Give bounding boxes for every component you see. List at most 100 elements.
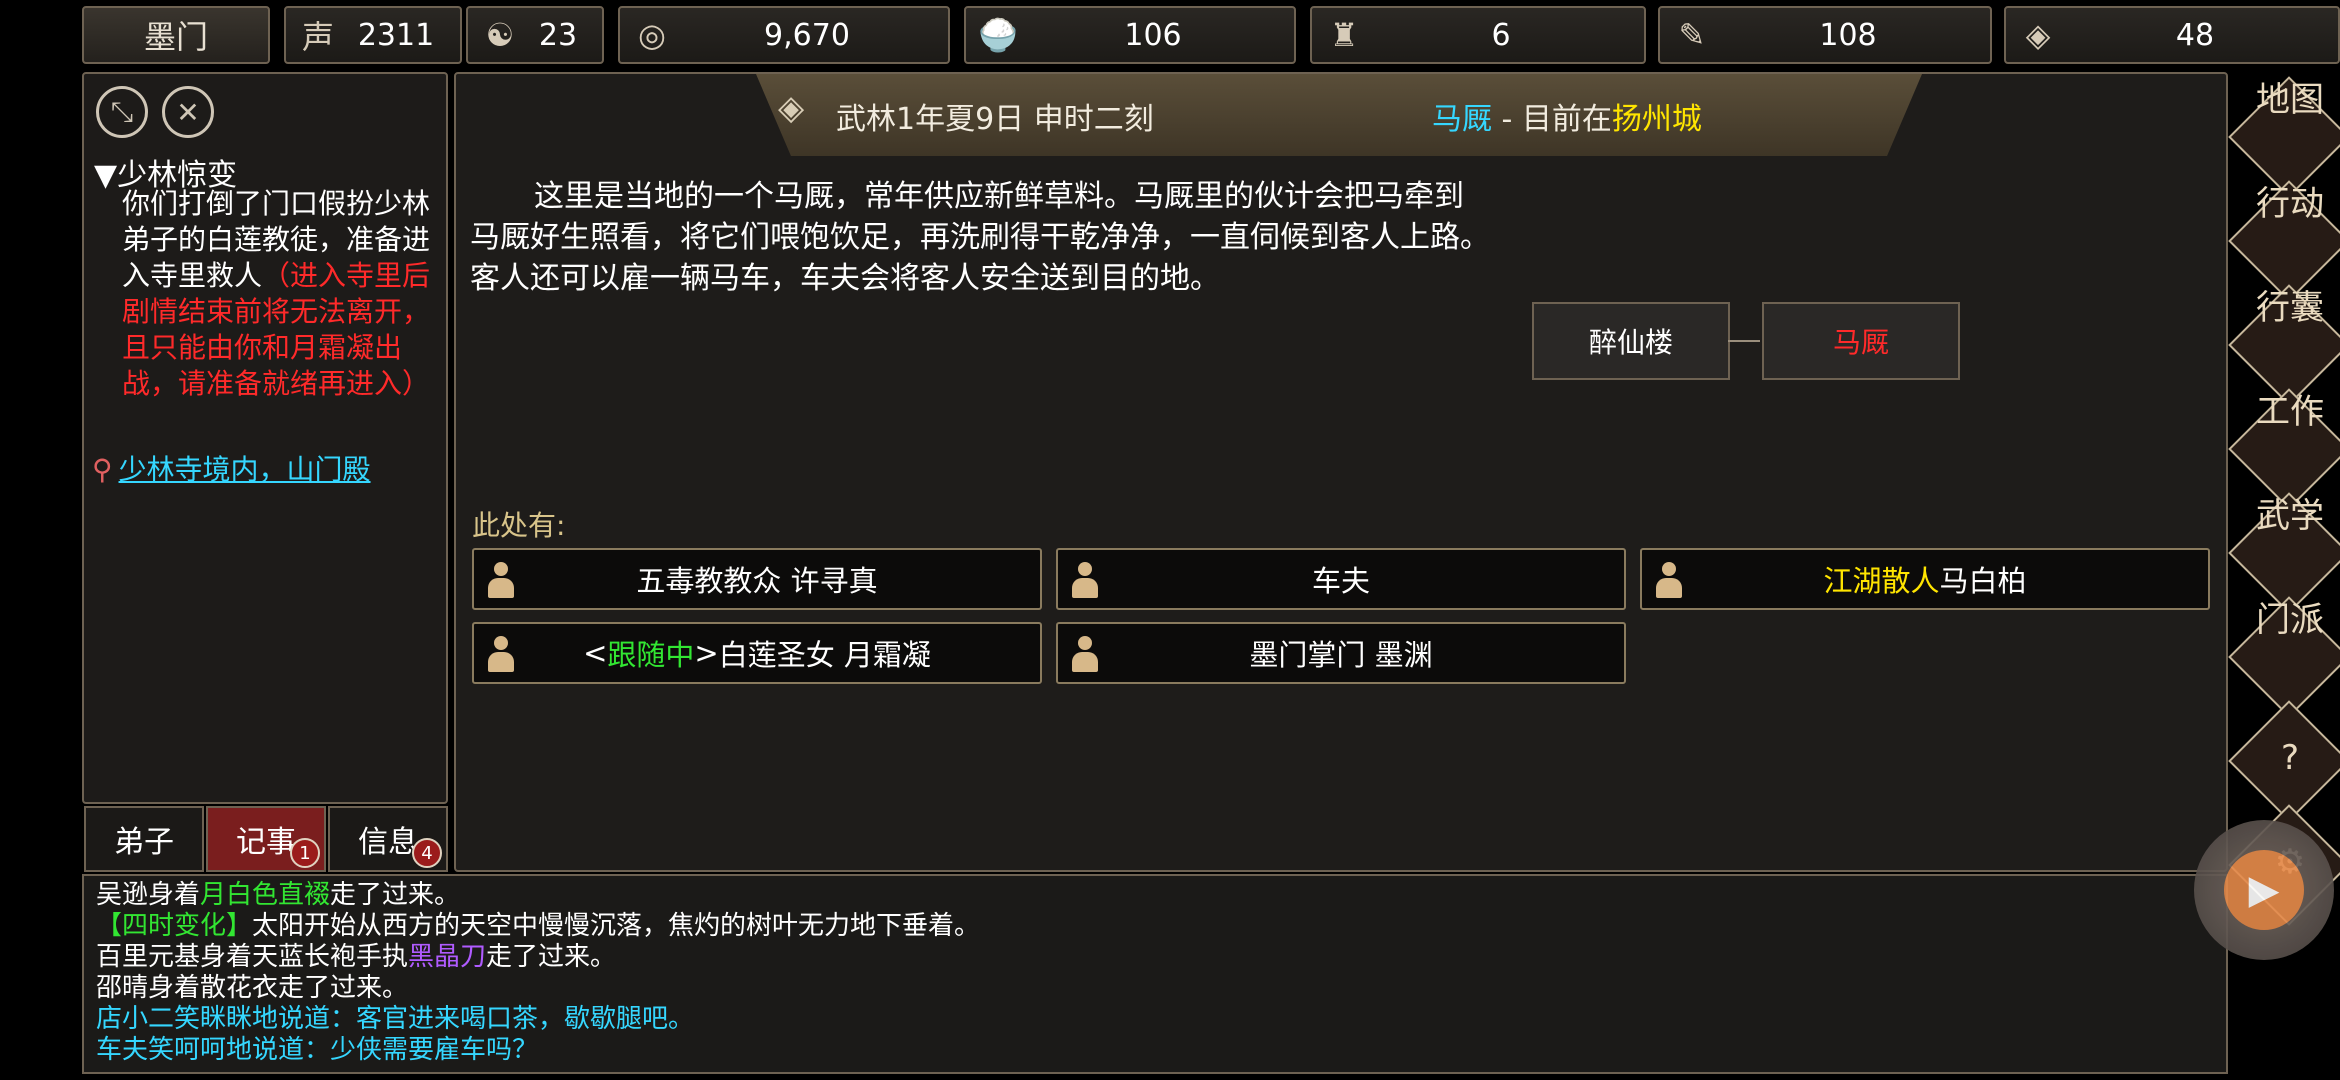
npc-name: 五毒教教众 许寻真: [636, 564, 878, 598]
log-text: 走了过来。: [330, 880, 461, 910]
help-icon[interactable]: ?: [2252, 740, 2328, 776]
tab-messages-label: 信息: [358, 825, 418, 860]
log-text: 吴逊身着: [96, 880, 201, 910]
person-icon: [486, 636, 516, 672]
reputation-counter[interactable]: 声 2311: [284, 6, 462, 64]
npc-title: 江湖散人: [1823, 564, 1940, 598]
inventory-button[interactable]: 行囊: [2252, 290, 2328, 326]
coin-icon: ◎: [638, 16, 666, 54]
gourd-counter[interactable]: ♜ 6: [1310, 6, 1646, 64]
close-icon: ✕: [176, 95, 200, 129]
npc-name: 车夫: [1311, 564, 1370, 598]
game-time: 武林1年夏9日 申时二刻: [836, 102, 1154, 137]
map-connector: [1728, 340, 1760, 342]
log-text: 车夫笑呵呵地说道：少侠需要雇车吗？: [96, 1035, 539, 1065]
sect-name-button[interactable]: 墨门: [82, 6, 270, 64]
sect-button[interactable]: 门派: [2252, 602, 2328, 638]
ore-icon: ◈: [2025, 16, 2051, 54]
food-bowl-icon: 🍚: [978, 16, 1018, 54]
npc-name: 白莲圣女 月霜凝: [718, 638, 931, 672]
floating-assist-button[interactable]: ▶: [2194, 820, 2334, 960]
time-banner: ◈ 武林1年夏9日 申时二刻 马厩 - 目前在扬州城: [756, 74, 1922, 156]
work-button[interactable]: 工作: [2252, 394, 2328, 430]
quest-panel: ⤡ ✕ ▼少林惊变 你们打倒了门口假扮少林弟子的白莲教徒，准备进入寺里救人（进入…: [82, 72, 448, 804]
log-line: 车夫笑呵呵地说道：少侠需要雇车吗？: [96, 1035, 980, 1066]
journal-badge: 1: [290, 838, 320, 868]
log-line: 吴逊身着月白色直裰走了过来。: [96, 880, 980, 911]
scroll-icon: ✎: [1678, 16, 1706, 54]
food-counter[interactable]: 🍚 106: [964, 6, 1296, 64]
person-icon: [1654, 562, 1684, 598]
messages-badge: 4: [412, 838, 442, 868]
npc-prefix: <: [583, 636, 608, 670]
gourd-value: 6: [1491, 17, 1511, 53]
npc-button[interactable]: 江湖散人 马白柏: [1640, 548, 2210, 610]
coin-value: 9,670: [764, 17, 850, 53]
log-line: 邵晴身着散花衣走了过来。: [96, 973, 980, 1004]
event-log: 吴逊身着月白色直裰走了过来。 【四时变化】太阳开始从西方的天空中慢慢沉落，焦灼的…: [96, 880, 980, 1066]
collapse-button[interactable]: ⤡: [96, 86, 148, 138]
log-text: 走了过来。: [486, 942, 617, 972]
tab-journal[interactable]: 记事 1: [206, 806, 326, 872]
scroll-counter[interactable]: ✎ 108: [1658, 6, 1992, 64]
map-node-current[interactable]: 马厩: [1762, 302, 1960, 380]
scroll-value: 108: [1819, 17, 1877, 53]
log-text: 邵晴身着散花衣走了过来。: [96, 973, 409, 1003]
compass-icon: ◈: [778, 88, 805, 128]
yin-yang-icon: ☯: [485, 16, 515, 54]
play-icon: ▶: [2224, 850, 2304, 930]
person-icon: [1070, 562, 1100, 598]
city-name: 扬州城: [1611, 102, 1702, 137]
log-text: 太阳开始从西方的天空中慢慢沉落，焦灼的树叶无力地下垂着。: [252, 911, 981, 941]
ore-value: 48: [2175, 17, 2215, 53]
quest-location-link[interactable]: ⚲ 少林寺境内，山门殿: [92, 448, 371, 488]
sect-name-label: 墨门: [143, 18, 208, 56]
close-button[interactable]: ✕: [162, 86, 214, 138]
log-line: 【四时变化】太阳开始从西方的天空中慢慢沉落，焦灼的树叶无力地下垂着。: [96, 911, 980, 942]
log-highlight: 月白色直裰: [200, 880, 331, 910]
log-line: 百里元基身着天蓝长袍手执黑晶刀走了过来。: [96, 942, 980, 973]
map-button[interactable]: 地图: [2252, 82, 2328, 118]
tab-messages[interactable]: 信息 4: [328, 806, 448, 872]
map-node-current-label: 马厩: [1832, 326, 1889, 359]
log-highlight: 【四时变化】: [96, 911, 253, 941]
location-description: 这里是当地的一个马厩，常年供应新鲜草料。马厩里的伙计会把马牵到马厩好生照看，将它…: [470, 179, 1490, 296]
yin-yang-value: 23: [538, 17, 578, 53]
gourd-icon: ♜: [1329, 16, 1359, 54]
npc-follow-status: 跟随中: [607, 638, 695, 672]
location-pin-icon: ⚲: [92, 453, 113, 486]
present-label: 此处有:: [472, 509, 566, 542]
coin-counter[interactable]: ◎ 9,670: [618, 6, 950, 64]
npc-suffix: >: [694, 636, 719, 670]
ore-counter[interactable]: ◈ 48: [2004, 6, 2340, 64]
log-line: 店小二笑眯眯地说道：客官进来喝口茶，歇歇腿吧。: [96, 1004, 980, 1035]
person-icon: [1070, 636, 1100, 672]
log-highlight: 黑晶刀: [408, 942, 487, 972]
tab-disciples[interactable]: 弟子: [84, 806, 204, 872]
martial-arts-button[interactable]: 武学: [2252, 498, 2328, 534]
tab-disciples-label: 弟子: [114, 825, 174, 860]
food-value: 106: [1124, 17, 1182, 53]
log-text: 百里元基身着天蓝长袍手执: [96, 942, 409, 972]
yin-yang-counter[interactable]: ☯ 23: [466, 6, 604, 64]
person-icon: [486, 562, 516, 598]
tab-journal-label: 记事: [236, 825, 296, 860]
map-node-label: 醉仙楼: [1588, 326, 1673, 359]
quest-location-text: 少林寺境内，山门殿: [118, 453, 371, 486]
npc-name: 马白柏: [1939, 564, 2027, 598]
location-separator: - 目前在: [1492, 102, 1612, 137]
current-location: 马厩 - 目前在扬州城: [1432, 94, 1702, 138]
reputation-icon: 声: [301, 18, 334, 56]
map-node-zuixianlou[interactable]: 醉仙楼: [1532, 302, 1730, 380]
npc-button[interactable]: 墨门掌门 墨渊: [1056, 622, 1626, 684]
npc-button[interactable]: 五毒教教众 许寻真: [472, 548, 1042, 610]
location-name: 马厩: [1432, 102, 1492, 137]
reputation-value: 2311: [357, 17, 435, 53]
npc-button[interactable]: 车夫: [1056, 548, 1626, 610]
action-button[interactable]: 行动: [2252, 186, 2328, 222]
collapse-icon: ⤡: [110, 95, 134, 128]
log-text: 店小二笑眯眯地说道：客官进来喝口茶，歇歇腿吧。: [96, 1004, 695, 1034]
npc-name: 墨门掌门 墨渊: [1249, 638, 1433, 672]
quest-description: 你们打倒了门口假扮少林弟子的白莲教徒，准备进入寺里救人（进入寺里后剧情结束前将无…: [122, 186, 438, 402]
npc-button[interactable]: < 跟随中 > 白莲圣女 月霜凝: [472, 622, 1042, 684]
